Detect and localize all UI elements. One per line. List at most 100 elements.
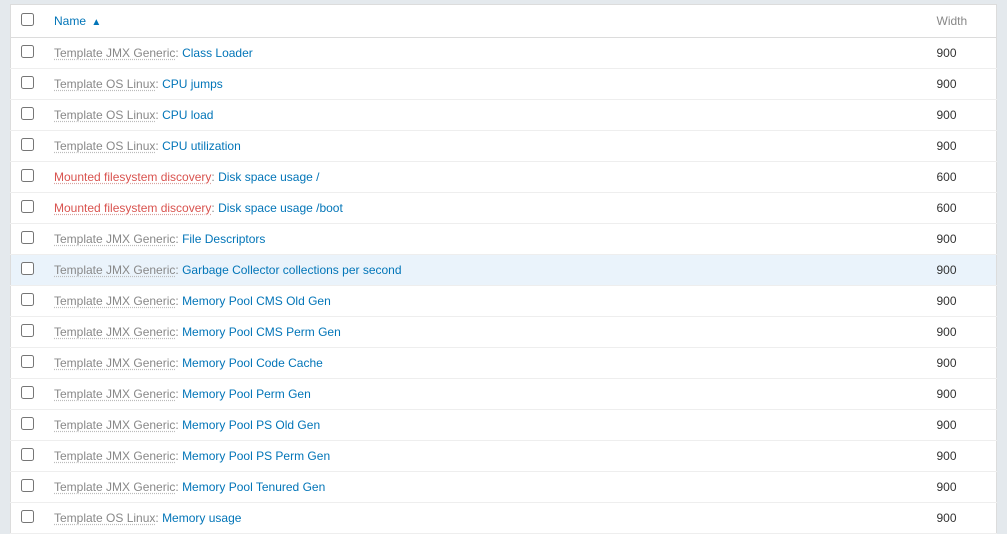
- template-prefix-link[interactable]: Template JMX Generic: [54, 325, 175, 339]
- table-row: Template OS Linux: CPU utilization900: [11, 131, 997, 162]
- row-name-cell: Template JMX Generic: Memory Pool CMS Ol…: [44, 286, 927, 317]
- select-all-checkbox[interactable]: [21, 13, 34, 26]
- table-row: Template JMX Generic: Memory Pool PS Per…: [11, 441, 997, 472]
- row-checkbox-cell: [11, 441, 45, 472]
- row-name-cell: Template JMX Generic: Memory Pool Tenure…: [44, 472, 927, 503]
- row-name-cell: Template JMX Generic: Garbage Collector …: [44, 255, 927, 286]
- row-width-cell: 900: [927, 131, 997, 162]
- template-prefix-link[interactable]: Template OS Linux: [54, 77, 155, 91]
- row-checkbox-cell: [11, 193, 45, 224]
- item-link[interactable]: Garbage Collector collections per second: [182, 263, 401, 277]
- sort-by-name[interactable]: Name ▲: [54, 14, 101, 28]
- template-prefix-link[interactable]: Template JMX Generic: [54, 387, 175, 401]
- item-link[interactable]: File Descriptors: [182, 232, 265, 246]
- row-width-cell: 600: [927, 193, 997, 224]
- row-checkbox[interactable]: [21, 138, 34, 151]
- item-link[interactable]: CPU load: [162, 108, 213, 122]
- row-checkbox-cell: [11, 255, 45, 286]
- row-checkbox[interactable]: [21, 107, 34, 120]
- template-prefix-link[interactable]: Template JMX Generic: [54, 418, 175, 432]
- row-checkbox-cell: [11, 472, 45, 503]
- row-checkbox[interactable]: [21, 293, 34, 306]
- row-width-cell: 900: [927, 286, 997, 317]
- header-width-cell: Width: [927, 5, 997, 38]
- row-checkbox[interactable]: [21, 200, 34, 213]
- table-row: Template JMX Generic: Memory Pool CMS Pe…: [11, 317, 997, 348]
- template-prefix-link[interactable]: Template JMX Generic: [54, 449, 175, 463]
- row-checkbox-cell: [11, 224, 45, 255]
- template-prefix-link[interactable]: Template JMX Generic: [54, 46, 175, 60]
- template-prefix-link[interactable]: Template OS Linux: [54, 139, 155, 153]
- item-link[interactable]: Memory Pool PS Old Gen: [182, 418, 320, 432]
- row-name-cell: Template JMX Generic: Memory Pool CMS Pe…: [44, 317, 927, 348]
- item-link[interactable]: Memory Pool CMS Perm Gen: [182, 325, 341, 339]
- row-width-cell: 900: [927, 224, 997, 255]
- data-table: Name ▲ Width Template JMX Generic: Class…: [10, 4, 997, 534]
- table-row: Template OS Linux: CPU jumps900: [11, 69, 997, 100]
- table-row: Template JMX Generic: File Descriptors90…: [11, 224, 997, 255]
- row-width-cell: 900: [927, 379, 997, 410]
- table-row: Template JMX Generic: Memory Pool PS Old…: [11, 410, 997, 441]
- row-checkbox[interactable]: [21, 169, 34, 182]
- row-checkbox[interactable]: [21, 76, 34, 89]
- separator: :: [155, 511, 162, 525]
- item-link[interactable]: Memory Pool PS Perm Gen: [182, 449, 330, 463]
- item-link[interactable]: Disk space usage /boot: [218, 201, 343, 215]
- header-checkbox-cell: [11, 5, 45, 38]
- row-width-cell: 900: [927, 100, 997, 131]
- item-link[interactable]: CPU jumps: [162, 77, 223, 91]
- table-row: Mounted filesystem discovery: Disk space…: [11, 162, 997, 193]
- header-name-label: Name: [54, 14, 86, 28]
- item-link[interactable]: Memory Pool Tenured Gen: [182, 480, 325, 494]
- template-prefix-link[interactable]: Mounted filesystem discovery: [54, 170, 211, 184]
- template-prefix-link[interactable]: Mounted filesystem discovery: [54, 201, 211, 215]
- row-checkbox[interactable]: [21, 510, 34, 523]
- table-row: Template JMX Generic: Memory Pool Perm G…: [11, 379, 997, 410]
- row-checkbox[interactable]: [21, 324, 34, 337]
- row-name-cell: Template JMX Generic: Memory Pool Code C…: [44, 348, 927, 379]
- row-checkbox[interactable]: [21, 231, 34, 244]
- row-width-cell: 900: [927, 472, 997, 503]
- row-checkbox[interactable]: [21, 355, 34, 368]
- item-link[interactable]: Memory Pool Perm Gen: [182, 387, 311, 401]
- item-link[interactable]: Memory Pool CMS Old Gen: [182, 294, 331, 308]
- table-row: Template JMX Generic: Memory Pool Tenure…: [11, 472, 997, 503]
- item-link[interactable]: Class Loader: [182, 46, 253, 60]
- template-prefix-link[interactable]: Template JMX Generic: [54, 294, 175, 308]
- template-prefix-link[interactable]: Template JMX Generic: [54, 232, 175, 246]
- table-row: Template OS Linux: Memory usage900: [11, 503, 997, 534]
- row-checkbox[interactable]: [21, 262, 34, 275]
- row-checkbox-cell: [11, 379, 45, 410]
- row-checkbox-cell: [11, 162, 45, 193]
- row-name-cell: Template JMX Generic: Memory Pool PS Old…: [44, 410, 927, 441]
- row-checkbox[interactable]: [21, 479, 34, 492]
- row-checkbox[interactable]: [21, 45, 34, 58]
- template-prefix-link[interactable]: Template OS Linux: [54, 511, 155, 525]
- table-row: Mounted filesystem discovery: Disk space…: [11, 193, 997, 224]
- row-width-cell: 900: [927, 255, 997, 286]
- row-width-cell: 900: [927, 441, 997, 472]
- row-name-cell: Template OS Linux: CPU utilization: [44, 131, 927, 162]
- template-prefix-link[interactable]: Template OS Linux: [54, 108, 155, 122]
- table-row: Template JMX Generic: Garbage Collector …: [11, 255, 997, 286]
- item-link[interactable]: Memory Pool Code Cache: [182, 356, 323, 370]
- row-checkbox-cell: [11, 286, 45, 317]
- item-link[interactable]: Memory usage: [162, 511, 241, 525]
- row-checkbox[interactable]: [21, 417, 34, 430]
- row-name-cell: Template JMX Generic: Class Loader: [44, 38, 927, 69]
- template-prefix-link[interactable]: Template JMX Generic: [54, 263, 175, 277]
- table-row: Template JMX Generic: Memory Pool Code C…: [11, 348, 997, 379]
- template-prefix-link[interactable]: Template JMX Generic: [54, 480, 175, 494]
- template-prefix-link[interactable]: Template JMX Generic: [54, 356, 175, 370]
- row-checkbox[interactable]: [21, 448, 34, 461]
- row-width-cell: 900: [927, 38, 997, 69]
- row-name-cell: Template JMX Generic: Memory Pool PS Per…: [44, 441, 927, 472]
- table-row: Template JMX Generic: Class Loader900: [11, 38, 997, 69]
- row-name-cell: Mounted filesystem discovery: Disk space…: [44, 193, 927, 224]
- row-name-cell: Mounted filesystem discovery: Disk space…: [44, 162, 927, 193]
- item-link[interactable]: CPU utilization: [162, 139, 241, 153]
- row-checkbox-cell: [11, 131, 45, 162]
- item-link[interactable]: Disk space usage /: [218, 170, 319, 184]
- row-checkbox[interactable]: [21, 386, 34, 399]
- row-checkbox-cell: [11, 410, 45, 441]
